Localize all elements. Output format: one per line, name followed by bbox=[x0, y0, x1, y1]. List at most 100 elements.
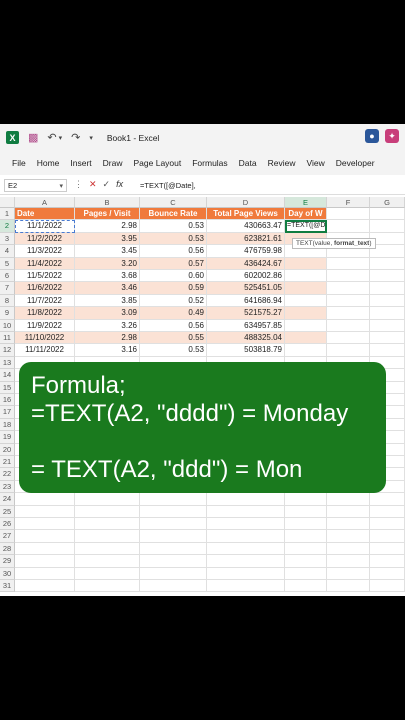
table-cell[interactable]: 0.55 bbox=[140, 332, 207, 345]
empty-cell[interactable] bbox=[140, 518, 207, 531]
table-cell[interactable] bbox=[285, 319, 327, 332]
table-cell[interactable]: 2.98 bbox=[75, 220, 140, 233]
table-cell[interactable]: 3.46 bbox=[75, 282, 140, 295]
save-icon[interactable]: ▩ bbox=[28, 131, 38, 144]
empty-cell[interactable] bbox=[140, 555, 207, 568]
row-header[interactable]: 7 bbox=[0, 282, 15, 295]
column-header-c[interactable]: C bbox=[140, 197, 207, 208]
table-header-cell[interactable]: Date bbox=[15, 208, 75, 221]
empty-cell[interactable] bbox=[15, 493, 75, 506]
select-all-corner[interactable] bbox=[0, 197, 15, 208]
row-header[interactable]: 26 bbox=[0, 518, 15, 531]
row-header[interactable]: 22 bbox=[0, 468, 15, 481]
empty-cell[interactable] bbox=[327, 567, 370, 580]
customize-toolbar-icon[interactable]: ▾ bbox=[89, 134, 93, 142]
table-cell[interactable]: 3.45 bbox=[75, 245, 140, 258]
column-header-d[interactable]: D bbox=[207, 197, 285, 208]
empty-cell[interactable] bbox=[370, 580, 405, 593]
empty-cell[interactable] bbox=[327, 270, 370, 283]
column-header-a[interactable]: A bbox=[15, 197, 75, 208]
row-header[interactable]: 8 bbox=[0, 294, 15, 308]
table-cell[interactable]: 3.95 bbox=[75, 232, 140, 246]
empty-cell[interactable] bbox=[370, 257, 405, 270]
row-header[interactable]: 27 bbox=[0, 530, 15, 543]
table-cell[interactable]: 634957.85 bbox=[207, 319, 285, 332]
row-header[interactable]: 5 bbox=[0, 257, 15, 270]
row-header[interactable]: 21 bbox=[0, 456, 15, 469]
tab-page-layout[interactable]: Page Layout bbox=[134, 158, 182, 168]
empty-cell[interactable] bbox=[15, 542, 75, 556]
redo-icon[interactable]: ↷ bbox=[71, 131, 80, 144]
empty-cell[interactable] bbox=[370, 319, 405, 332]
empty-cell[interactable] bbox=[370, 505, 405, 518]
table-cell[interactable]: 0.59 bbox=[140, 282, 207, 295]
empty-cell[interactable] bbox=[327, 332, 370, 345]
table-cell[interactable]: 0.49 bbox=[140, 307, 207, 320]
enter-icon[interactable]: ✓ bbox=[103, 179, 111, 190]
table-cell[interactable]: 11/7/2022 bbox=[15, 294, 75, 308]
table-cell[interactable]: 503818.79 bbox=[207, 344, 285, 357]
table-header-cell[interactable]: Pages / Visit bbox=[75, 208, 140, 221]
column-header-e[interactable]: E bbox=[285, 197, 327, 208]
row-header[interactable]: 13 bbox=[0, 356, 15, 370]
table-cell[interactable]: 0.53 bbox=[140, 344, 207, 357]
table-cell[interactable]: 3.16 bbox=[75, 344, 140, 357]
row-header[interactable]: 15 bbox=[0, 381, 15, 394]
row-header[interactable]: 20 bbox=[0, 443, 15, 456]
table-cell[interactable]: 3.68 bbox=[75, 270, 140, 283]
empty-cell[interactable] bbox=[285, 580, 327, 593]
row-header[interactable]: 14 bbox=[0, 369, 15, 382]
empty-cell[interactable] bbox=[370, 282, 405, 295]
empty-cell[interactable] bbox=[370, 270, 405, 283]
empty-cell[interactable] bbox=[370, 294, 405, 308]
table-cell[interactable]: 3.20 bbox=[75, 257, 140, 270]
undo-icon[interactable]: ↶ bbox=[47, 131, 56, 144]
table-cell[interactable]: 525451.05 bbox=[207, 282, 285, 295]
empty-cell[interactable] bbox=[285, 505, 327, 518]
table-cell[interactable]: 11/5/2022 bbox=[15, 270, 75, 283]
empty-cell[interactable] bbox=[327, 505, 370, 518]
empty-cell[interactable] bbox=[207, 555, 285, 568]
empty-cell[interactable] bbox=[327, 282, 370, 295]
insert-function-icon[interactable]: fx bbox=[116, 179, 123, 190]
row-header[interactable]: 6 bbox=[0, 270, 15, 283]
empty-cell[interactable] bbox=[370, 567, 405, 580]
cancel-icon[interactable]: ✕ bbox=[89, 179, 97, 190]
account-icon[interactable]: ● bbox=[365, 129, 379, 143]
table-cell[interactable] bbox=[285, 332, 327, 345]
empty-cell[interactable] bbox=[207, 530, 285, 543]
row-header[interactable]: 23 bbox=[0, 480, 15, 494]
table-cell[interactable]: 11/9/2022 bbox=[15, 319, 75, 332]
table-cell[interactable] bbox=[285, 270, 327, 283]
empty-cell[interactable] bbox=[370, 518, 405, 531]
empty-cell[interactable] bbox=[327, 555, 370, 568]
table-cell[interactable] bbox=[285, 344, 327, 357]
tab-insert[interactable]: Insert bbox=[70, 158, 91, 168]
empty-cell[interactable] bbox=[370, 307, 405, 320]
empty-cell[interactable] bbox=[75, 518, 140, 531]
empty-cell[interactable] bbox=[207, 567, 285, 580]
table-cell[interactable]: 430663.47 bbox=[207, 220, 285, 233]
row-header[interactable]: 4 bbox=[0, 245, 15, 258]
table-cell[interactable] bbox=[285, 282, 327, 295]
empty-cell[interactable] bbox=[370, 208, 405, 221]
empty-cell[interactable] bbox=[207, 518, 285, 531]
table-cell[interactable]: 0.53 bbox=[140, 220, 207, 233]
empty-cell[interactable] bbox=[140, 542, 207, 556]
row-header[interactable]: 12 bbox=[0, 344, 15, 357]
table-header-cell[interactable]: Total Page Views bbox=[207, 208, 285, 221]
empty-cell[interactable] bbox=[75, 542, 140, 556]
empty-cell[interactable] bbox=[370, 542, 405, 556]
table-header-cell[interactable]: Day of W bbox=[285, 208, 327, 221]
empty-cell[interactable] bbox=[15, 505, 75, 518]
column-header-g[interactable]: G bbox=[370, 197, 405, 208]
empty-cell[interactable] bbox=[15, 555, 75, 568]
row-header[interactable]: 11 bbox=[0, 332, 15, 345]
name-box[interactable]: E2 ▾ bbox=[4, 179, 67, 192]
empty-cell[interactable] bbox=[327, 294, 370, 308]
empty-cell[interactable] bbox=[370, 220, 405, 233]
table-cell[interactable]: 11/4/2022 bbox=[15, 257, 75, 270]
empty-cell[interactable] bbox=[207, 580, 285, 593]
empty-cell[interactable] bbox=[15, 580, 75, 593]
row-header[interactable]: 19 bbox=[0, 431, 15, 444]
